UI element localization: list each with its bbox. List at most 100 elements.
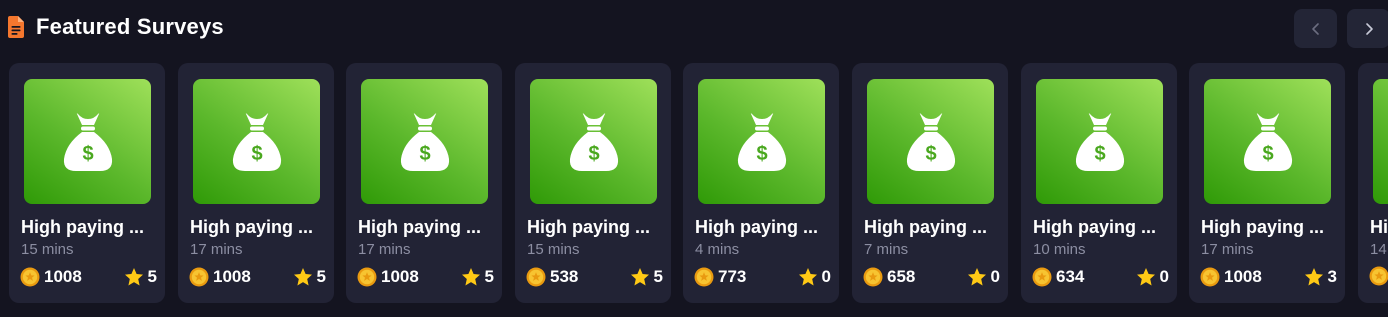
money-bag-icon: $ bbox=[569, 112, 618, 171]
survey-thumbnail: $ bbox=[1204, 79, 1331, 204]
rating-value: 5 bbox=[653, 267, 663, 286]
star-icon bbox=[1304, 268, 1323, 286]
reward-value: 658 bbox=[887, 267, 916, 286]
survey-title: High paying ... bbox=[695, 217, 819, 237]
money-bag-icon: $ bbox=[737, 112, 786, 171]
reward-value: 1008 bbox=[1224, 267, 1262, 286]
reward-value: 1008 bbox=[213, 267, 251, 286]
carousel-next-button[interactable] bbox=[1347, 9, 1388, 48]
survey-title: Hig bbox=[1370, 217, 1388, 237]
rating-value: 0 bbox=[1159, 267, 1169, 286]
rating-value: 0 bbox=[990, 267, 1000, 286]
star-icon bbox=[1136, 268, 1155, 286]
carousel-prev-button[interactable] bbox=[1294, 9, 1337, 48]
rating-value: 5 bbox=[484, 267, 494, 286]
survey-title: High paying ... bbox=[864, 217, 988, 237]
reward-value: 1008 bbox=[381, 267, 419, 286]
survey-rating: 0 bbox=[967, 266, 1000, 288]
document-icon bbox=[8, 16, 24, 38]
reward-value: 773 bbox=[718, 267, 747, 286]
rating-value: 5 bbox=[147, 267, 157, 286]
survey-duration: 17 mins bbox=[1201, 241, 1254, 258]
survey-card[interactable]: $ High paying ... 4 mins 773 0 bbox=[683, 63, 839, 303]
survey-card[interactable]: $ High paying ... 15 mins 1008 5 bbox=[9, 63, 165, 303]
survey-card[interactable]: $ High paying ... 10 mins 634 0 bbox=[1021, 63, 1177, 303]
survey-duration: 14 bbox=[1370, 241, 1387, 258]
svg-text:$: $ bbox=[82, 143, 93, 165]
survey-rating: 0 bbox=[798, 266, 831, 288]
chevron-left-icon bbox=[1311, 22, 1319, 35]
survey-thumbnail: $ bbox=[1036, 79, 1163, 204]
rating-value: 3 bbox=[1327, 267, 1337, 286]
svg-text:$: $ bbox=[419, 143, 430, 165]
reward-value: 1008 bbox=[44, 267, 82, 286]
money-bag-icon: $ bbox=[63, 112, 112, 171]
reward-value: 538 bbox=[550, 267, 579, 286]
survey-title: High paying ... bbox=[358, 217, 482, 237]
coin-icon bbox=[694, 267, 714, 287]
chevron-right-icon bbox=[1365, 22, 1373, 35]
survey-reward: 658 bbox=[863, 266, 915, 288]
survey-duration: 4 mins bbox=[695, 241, 740, 258]
survey-thumbnail: $ bbox=[24, 79, 151, 204]
survey-reward: 1008 bbox=[1200, 266, 1262, 288]
svg-text:$: $ bbox=[588, 143, 599, 165]
coin-icon bbox=[526, 267, 546, 287]
coin-icon bbox=[20, 267, 40, 287]
svg-text:$: $ bbox=[925, 143, 936, 165]
survey-rating: 5 bbox=[124, 266, 157, 288]
survey-card[interactable]: $ High paying ... 17 mins 1008 3 bbox=[1189, 63, 1345, 303]
star-icon bbox=[461, 268, 480, 286]
coin-icon bbox=[189, 267, 209, 287]
coin-icon bbox=[1200, 267, 1220, 287]
survey-duration: 17 mins bbox=[190, 241, 243, 258]
survey-duration: 17 mins bbox=[358, 241, 411, 258]
survey-title: High paying ... bbox=[527, 217, 651, 237]
money-bag-icon: $ bbox=[1075, 112, 1124, 171]
coin-icon bbox=[1032, 267, 1052, 287]
survey-thumbnail: $ bbox=[361, 79, 488, 204]
coin-icon bbox=[863, 267, 883, 287]
survey-reward: 538 bbox=[526, 266, 578, 288]
survey-reward bbox=[1369, 266, 1388, 286]
survey-card[interactable]: $ Hig 14 bbox=[1358, 63, 1388, 303]
svg-text:$: $ bbox=[1262, 143, 1273, 165]
survey-rating: 5 bbox=[461, 266, 494, 288]
survey-rating: 0 bbox=[1136, 266, 1169, 288]
money-bag-icon: $ bbox=[906, 112, 955, 171]
survey-thumbnail: $ bbox=[867, 79, 994, 204]
survey-title: High paying ... bbox=[21, 217, 145, 237]
survey-reward: 1008 bbox=[357, 266, 419, 288]
survey-carousel[interactable]: $ High paying ... 15 mins 1008 5 $ High … bbox=[0, 63, 1388, 303]
survey-rating: 3 bbox=[1304, 266, 1337, 288]
star-icon bbox=[293, 268, 312, 286]
star-icon bbox=[630, 268, 649, 286]
coin-icon bbox=[357, 267, 377, 287]
survey-duration: 10 mins bbox=[1033, 241, 1086, 258]
survey-rating: 5 bbox=[630, 266, 663, 288]
survey-card[interactable]: $ High paying ... 17 mins 1008 5 bbox=[346, 63, 502, 303]
reward-value: 634 bbox=[1056, 267, 1085, 286]
svg-text:$: $ bbox=[1094, 143, 1105, 165]
rating-value: 0 bbox=[821, 267, 831, 286]
survey-thumbnail: $ bbox=[698, 79, 825, 204]
survey-card[interactable]: $ High paying ... 15 mins 538 5 bbox=[515, 63, 671, 303]
survey-thumbnail: $ bbox=[530, 79, 657, 204]
survey-duration: 15 mins bbox=[527, 241, 580, 258]
money-bag-icon: $ bbox=[400, 112, 449, 171]
survey-reward: 773 bbox=[694, 266, 746, 288]
survey-duration: 15 mins bbox=[21, 241, 74, 258]
star-icon bbox=[124, 268, 143, 286]
survey-reward: 634 bbox=[1032, 266, 1084, 288]
survey-rating: 5 bbox=[293, 266, 326, 288]
survey-card[interactable]: $ High paying ... 7 mins 658 0 bbox=[852, 63, 1008, 303]
survey-card[interactable]: $ High paying ... 17 mins 1008 5 bbox=[178, 63, 334, 303]
rating-value: 5 bbox=[316, 267, 326, 286]
money-bag-icon: $ bbox=[1243, 112, 1292, 171]
survey-reward: 1008 bbox=[20, 266, 82, 288]
star-icon bbox=[967, 268, 986, 286]
survey-reward: 1008 bbox=[189, 266, 251, 288]
survey-title: High paying ... bbox=[190, 217, 314, 237]
money-bag-icon: $ bbox=[232, 112, 281, 171]
survey-thumbnail: $ bbox=[193, 79, 320, 204]
